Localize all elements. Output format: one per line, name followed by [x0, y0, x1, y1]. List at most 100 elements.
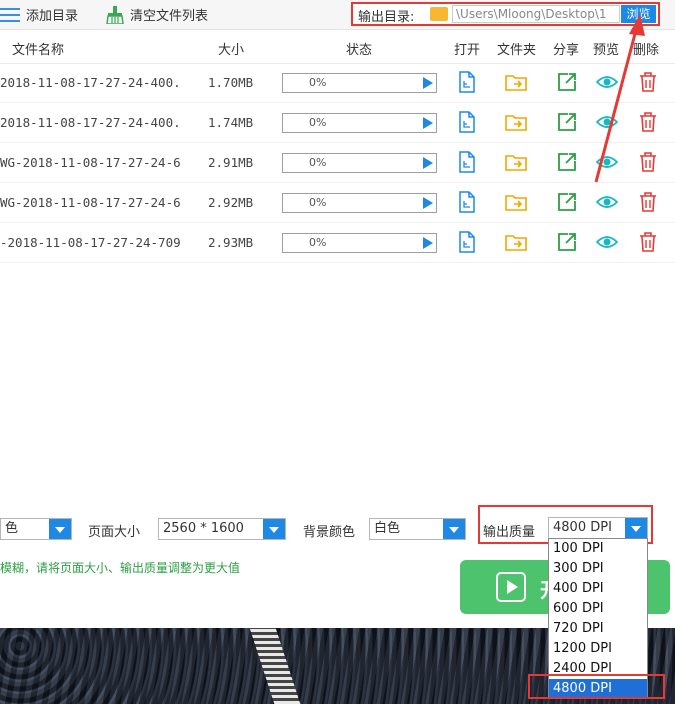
file-size: 2.91MB — [208, 155, 254, 170]
browse-button[interactable]: 浏览 — [621, 5, 656, 23]
file-name: 2018-11-08-17-27-24-400. — [0, 75, 181, 90]
open-file-icon[interactable] — [456, 71, 478, 93]
play-icon — [496, 572, 526, 602]
play-icon[interactable] — [423, 237, 433, 249]
share-icon[interactable] — [556, 111, 578, 133]
open-file-icon[interactable] — [456, 111, 478, 133]
folder-icon[interactable] — [430, 7, 448, 21]
chevron-down-icon[interactable] — [263, 519, 285, 539]
progress-bar: 0% — [282, 73, 437, 93]
open-folder-icon[interactable] — [505, 231, 527, 253]
play-icon[interactable] — [423, 157, 433, 169]
chevron-down-icon[interactable] — [49, 519, 71, 539]
output-directory-group: 输出目录: \Users\Mloong\Desktop\1 浏览 — [351, 2, 660, 26]
page-size-label: 页面大小 — [88, 525, 141, 540]
delete-trash-icon[interactable] — [637, 111, 659, 133]
table-row[interactable]: 2018-11-08-17-27-24-400. 1.70MB 0% — [0, 63, 675, 103]
open-folder-icon[interactable] — [505, 111, 527, 133]
header-size: 大小 — [218, 43, 245, 58]
background-color-value: 白色 — [374, 521, 401, 536]
table-header: 文件名称 大小 状态 打开 文件夹 分享 预览 删除 — [0, 30, 675, 64]
progress-text: 0% — [309, 116, 327, 129]
progress-bar: 0% — [282, 153, 437, 173]
progress-text: 0% — [309, 76, 327, 89]
output-quality-value: 4800 DPI — [553, 520, 612, 535]
file-size: 2.93MB — [208, 235, 254, 250]
output-directory-label: 输出目录: — [358, 10, 415, 25]
clear-list-label: 清空文件列表 — [130, 9, 209, 24]
file-name: WG-2018-11-08-17-27-24-6 — [0, 195, 181, 210]
preview-eye-icon[interactable] — [595, 111, 619, 133]
background-color-label: 背景颜色 — [303, 525, 356, 540]
table-row[interactable]: WG-2018-11-08-17-27-24-6 2.91MB 0% — [0, 143, 675, 183]
delete-trash-icon[interactable] — [637, 71, 659, 93]
preview-eye-icon[interactable] — [595, 151, 619, 173]
hint-text: 模糊，请将页面大小、输出质量调整为更大值 — [0, 561, 241, 575]
output-quality-label: 输出质量 — [483, 525, 536, 540]
file-name: 2018-11-08-17-27-24-400. — [0, 115, 181, 130]
preview-eye-icon[interactable] — [595, 231, 619, 253]
open-folder-icon[interactable] — [505, 151, 527, 173]
header-share: 分享 — [553, 43, 580, 58]
page-size-select[interactable]: 2560 * 1600 — [158, 518, 286, 540]
header-name: 文件名称 — [12, 43, 65, 58]
share-icon[interactable] — [556, 71, 578, 93]
header-open: 打开 — [454, 43, 481, 58]
progress-text: 0% — [309, 196, 327, 209]
delete-trash-icon[interactable] — [637, 231, 659, 253]
add-directory-label: 添加目录 — [26, 9, 79, 24]
header-status: 状态 — [346, 43, 373, 58]
chevron-down-icon[interactable] — [443, 519, 465, 539]
quality-option[interactable]: 600 DPI — [549, 599, 647, 619]
quality-option[interactable]: 720 DPI — [549, 619, 647, 639]
chevron-down-icon[interactable] — [625, 518, 647, 538]
progress-bar: 0% — [282, 193, 437, 213]
play-icon[interactable] — [423, 117, 433, 129]
table-row[interactable]: -2018-11-08-17-27-24-709 2.93MB 0% — [0, 223, 675, 263]
file-name: WG-2018-11-08-17-27-24-6 — [0, 155, 181, 170]
preview-eye-icon[interactable] — [595, 191, 619, 213]
share-icon[interactable] — [556, 191, 578, 213]
toolbar: 添加目录 清空文件列表 输出目录: \Users\Mloong\Desktop\… — [0, 0, 675, 30]
list-icon — [0, 7, 20, 23]
open-folder-icon[interactable] — [505, 191, 527, 213]
share-icon[interactable] — [556, 151, 578, 173]
page-size-value: 2560 * 1600 — [163, 521, 244, 536]
progress-bar: 0% — [282, 113, 437, 133]
progress-text: 0% — [309, 236, 327, 249]
color-mode-value: 色 — [5, 521, 19, 536]
file-size: 1.74MB — [208, 115, 254, 130]
progress-bar: 0% — [282, 233, 437, 253]
broom-icon — [106, 5, 124, 24]
preview-eye-icon[interactable] — [595, 71, 619, 93]
color-mode-select[interactable]: 色 — [0, 518, 72, 540]
open-file-icon[interactable] — [456, 151, 478, 173]
file-name: -2018-11-08-17-27-24-709 — [0, 235, 181, 250]
open-file-icon[interactable] — [456, 231, 478, 253]
quality-option[interactable]: 300 DPI — [549, 559, 647, 579]
delete-trash-icon[interactable] — [637, 191, 659, 213]
delete-trash-icon[interactable] — [637, 151, 659, 173]
add-directory-button[interactable]: 添加目录 — [0, 5, 78, 24]
quality-option[interactable]: 400 DPI — [549, 579, 647, 599]
play-icon[interactable] — [423, 77, 433, 89]
progress-text: 0% — [309, 156, 327, 169]
clear-list-button[interactable]: 清空文件列表 — [106, 5, 208, 24]
file-size: 1.70MB — [208, 75, 254, 90]
quality-option[interactable]: 100 DPI — [549, 539, 647, 559]
open-folder-icon[interactable] — [505, 71, 527, 93]
output-path-field[interactable]: \Users\Mloong\Desktop\1 — [452, 5, 620, 23]
open-file-icon[interactable] — [456, 191, 478, 213]
selected-option-highlight — [528, 674, 665, 699]
header-delete: 删除 — [633, 43, 660, 58]
table-row[interactable]: WG-2018-11-08-17-27-24-6 2.92MB 0% — [0, 183, 675, 223]
share-icon[interactable] — [556, 231, 578, 253]
background-color-select[interactable]: 白色 — [369, 518, 466, 540]
header-folder: 文件夹 — [497, 43, 537, 58]
play-icon[interactable] — [423, 197, 433, 209]
table-row[interactable]: 2018-11-08-17-27-24-400. 1.74MB 0% — [0, 103, 675, 143]
header-preview: 预览 — [593, 43, 620, 58]
quality-option[interactable]: 1200 DPI — [549, 639, 647, 659]
output-quality-select[interactable]: 4800 DPI — [548, 517, 648, 539]
file-size: 2.92MB — [208, 195, 254, 210]
